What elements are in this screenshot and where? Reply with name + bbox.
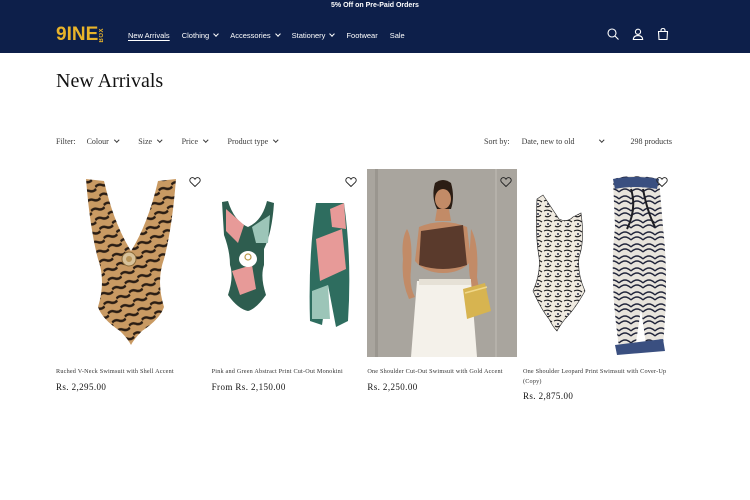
nav-stationery[interactable]: Stationery [291, 30, 336, 40]
nav-label: Footwear [346, 30, 378, 40]
wishlist-heart-icon[interactable] [656, 176, 668, 188]
nav-label: Accessories [230, 30, 271, 40]
wishlist-heart-icon[interactable] [344, 176, 357, 188]
nav-label: Sale [389, 30, 405, 40]
product-price: From Rs. 2,150.00 [211, 381, 286, 392]
product-image[interactable] [211, 169, 362, 357]
chevron-down-icon [203, 137, 209, 143]
sort-select[interactable]: Date, new to old [522, 137, 606, 146]
account-icon[interactable] [631, 27, 645, 41]
chevron-down-icon [157, 137, 163, 143]
filter-item-label: Product type [227, 137, 269, 146]
filter-product-type[interactable]: Product type [227, 137, 279, 146]
chevron-down-icon [273, 137, 279, 143]
product-image[interactable] [522, 169, 673, 357]
product-title[interactable]: One Shoulder Cut-Out Swimsuit with Gold … [367, 367, 517, 377]
product-price: Rs. 2,250.00 [367, 381, 418, 392]
sort-label: Sort by: [484, 137, 510, 146]
logo[interactable]: 9INE BOX [56, 24, 105, 46]
product-image[interactable] [56, 169, 206, 357]
search-icon[interactable] [606, 27, 620, 41]
main-nav: New Arrivals Clothing Accessories Statio… [128, 29, 417, 41]
announcement-text: 5% Off on Pre-Paid Orders [331, 2, 419, 9]
nav-clothing[interactable]: Clothing [181, 30, 220, 40]
wishlist-heart-icon[interactable] [500, 176, 512, 188]
wishlist-heart-icon[interactable] [189, 176, 201, 188]
filter-price[interactable]: Price [181, 137, 209, 146]
product-title[interactable]: One Shoulder Leopard Print Swimsuit with… [523, 367, 673, 386]
product-card[interactable]: Pink and Green Abstract Print Cut-Out Mo… [211, 169, 362, 401]
filter-item-label: Size [138, 137, 153, 146]
filter-item-label: Price [181, 137, 199, 146]
filter-label: Filter: [56, 137, 76, 146]
announcement-bar: 5% Off on Pre-Paid Orders [0, 0, 750, 15]
logo-sub: BOX [99, 27, 106, 43]
sort-value: Date, new to old [521, 137, 575, 146]
product-title[interactable]: Ruched V-Neck Swimsuit with Shell Accent [56, 367, 206, 377]
nav-new-arrivals[interactable]: New Arrivals [128, 31, 170, 40]
product-title[interactable]: Pink and Green Abstract Print Cut-Out Mo… [212, 367, 362, 377]
chevron-down-icon [599, 137, 605, 143]
filter-bar: Filter: Colour Size Price Product type [56, 137, 298, 146]
page-title: New Arrivals [56, 70, 164, 92]
chevron-down-icon [213, 30, 220, 37]
nav-footwear[interactable]: Footwear [346, 31, 377, 40]
nav-label: New Arrivals [128, 30, 170, 40]
product-card[interactable]: Ruched V-Neck Swimsuit with Shell Accent… [56, 169, 206, 401]
chevron-down-icon [114, 137, 120, 143]
filter-colour[interactable]: Colour [86, 137, 120, 146]
chevron-down-icon [274, 30, 281, 37]
nav-label: Clothing [181, 30, 210, 40]
product-card[interactable]: One Shoulder Leopard Print Swimsuit with… [522, 169, 673, 401]
sort-control: Sort by: Date, new to old [484, 137, 606, 146]
nav-sale[interactable]: Sale [390, 31, 405, 40]
product-card[interactable]: One Shoulder Cut-Out Swimsuit with Gold … [367, 169, 518, 401]
product-price: Rs. 2,295.00 [56, 381, 107, 392]
filter-item-label: Colour [86, 137, 109, 146]
chevron-down-icon [329, 30, 336, 37]
product-grid: Ruched V-Neck Swimsuit with Shell Accent… [56, 169, 673, 401]
header-icons [595, 27, 670, 41]
site-header: 9INE BOX New Arrivals Clothing Accessori… [0, 15, 750, 53]
product-price: Rs. 2,875.00 [522, 391, 574, 401]
nav-accessories[interactable]: Accessories [230, 30, 281, 40]
logo-main: 9INE [56, 24, 99, 45]
product-count: 298 products [630, 137, 672, 146]
cart-icon[interactable] [656, 27, 670, 41]
filter-size[interactable]: Size [138, 137, 163, 146]
product-image[interactable] [367, 169, 518, 357]
nav-label: Stationery [291, 30, 326, 40]
